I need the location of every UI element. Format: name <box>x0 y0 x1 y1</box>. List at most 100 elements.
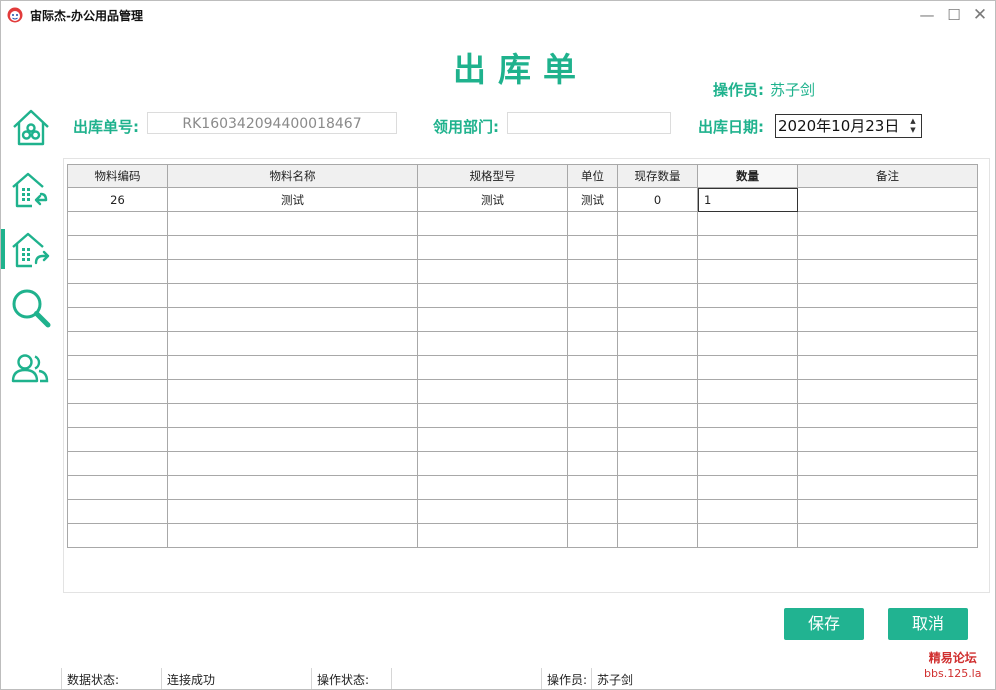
table-cell[interactable] <box>697 355 798 380</box>
table-cell[interactable] <box>567 283 618 308</box>
table-cell[interactable] <box>167 403 418 428</box>
table-row[interactable] <box>67 211 978 236</box>
table-cell[interactable] <box>617 451 698 476</box>
table-cell[interactable] <box>417 283 568 308</box>
table-cell[interactable] <box>797 379 978 404</box>
table-cell[interactable] <box>67 331 168 356</box>
cell-unit[interactable]: 测试 <box>567 187 618 212</box>
table-cell[interactable] <box>617 355 698 380</box>
table-cell[interactable] <box>617 403 698 428</box>
table-cell[interactable] <box>417 307 568 332</box>
table-cell[interactable] <box>567 523 618 548</box>
table-row[interactable] <box>67 331 978 356</box>
table-cell[interactable] <box>567 427 618 452</box>
table-cell[interactable] <box>417 451 568 476</box>
table-cell[interactable] <box>417 499 568 524</box>
col-header-quantity[interactable]: 数量 <box>697 164 798 188</box>
save-button[interactable]: 保存 <box>784 608 864 640</box>
home-icon[interactable] <box>10 107 52 149</box>
table-cell[interactable] <box>67 403 168 428</box>
table-cell[interactable] <box>617 475 698 500</box>
table-cell[interactable] <box>567 259 618 284</box>
table-cell[interactable] <box>697 403 798 428</box>
table-cell[interactable] <box>167 451 418 476</box>
table-row[interactable] <box>67 235 978 260</box>
table-cell[interactable] <box>567 403 618 428</box>
table-cell[interactable] <box>697 211 798 236</box>
table-cell[interactable] <box>167 211 418 236</box>
date-spinner[interactable]: ▲ ▼ <box>908 117 918 135</box>
table-cell[interactable] <box>697 379 798 404</box>
table-cell[interactable] <box>417 235 568 260</box>
table-cell[interactable] <box>167 475 418 500</box>
close-button[interactable]: ✕ <box>971 6 989 24</box>
table-cell[interactable] <box>567 211 618 236</box>
table-row[interactable]: 26 测试 测试 测试 0 1 <box>67 187 978 212</box>
dept-field[interactable] <box>507 112 671 134</box>
table-cell[interactable] <box>697 475 798 500</box>
col-header-unit[interactable]: 单位 <box>567 164 618 188</box>
table-cell[interactable] <box>167 355 418 380</box>
cancel-button[interactable]: 取消 <box>888 608 968 640</box>
table-row[interactable] <box>67 427 978 452</box>
table-row[interactable] <box>67 283 978 308</box>
maximize-button[interactable]: ☐ <box>945 6 963 24</box>
table-cell[interactable] <box>67 427 168 452</box>
table-cell[interactable] <box>567 307 618 332</box>
table-cell[interactable] <box>797 235 978 260</box>
table-cell[interactable] <box>417 403 568 428</box>
table-cell[interactable] <box>167 523 418 548</box>
table-cell[interactable] <box>797 283 978 308</box>
table-cell[interactable] <box>617 427 698 452</box>
table-cell[interactable] <box>67 475 168 500</box>
table-cell[interactable] <box>67 283 168 308</box>
search-icon[interactable] <box>10 287 52 329</box>
table-row[interactable] <box>67 307 978 332</box>
table-cell[interactable] <box>167 283 418 308</box>
table-cell[interactable] <box>417 427 568 452</box>
table-cell[interactable] <box>797 211 978 236</box>
cell-stock[interactable]: 0 <box>617 187 698 212</box>
table-cell[interactable] <box>617 235 698 260</box>
table-cell[interactable] <box>67 355 168 380</box>
table-cell[interactable] <box>697 331 798 356</box>
table-cell[interactable] <box>797 427 978 452</box>
cell-spec[interactable]: 测试 <box>417 187 568 212</box>
table-cell[interactable] <box>417 331 568 356</box>
table-cell[interactable] <box>167 235 418 260</box>
table-cell[interactable] <box>617 211 698 236</box>
table-cell[interactable] <box>167 499 418 524</box>
table-row[interactable] <box>67 403 978 428</box>
col-header-code[interactable]: 物料编码 <box>67 164 168 188</box>
users-icon[interactable] <box>10 349 52 391</box>
table-row[interactable] <box>67 355 978 380</box>
table-cell[interactable] <box>797 523 978 548</box>
table-row[interactable] <box>67 451 978 476</box>
table-cell[interactable] <box>617 259 698 284</box>
table-cell[interactable] <box>417 523 568 548</box>
table-cell[interactable] <box>167 379 418 404</box>
table-cell[interactable] <box>617 283 698 308</box>
table-cell[interactable] <box>617 499 698 524</box>
table-cell[interactable] <box>567 475 618 500</box>
table-cell[interactable] <box>697 283 798 308</box>
cell-remark[interactable] <box>797 187 978 212</box>
table-cell[interactable] <box>167 331 418 356</box>
table-cell[interactable] <box>67 499 168 524</box>
table-cell[interactable] <box>417 259 568 284</box>
col-header-name[interactable]: 物料名称 <box>167 164 418 188</box>
table-cell[interactable] <box>67 451 168 476</box>
table-cell[interactable] <box>617 523 698 548</box>
table-cell[interactable] <box>417 355 568 380</box>
table-cell[interactable] <box>697 259 798 284</box>
table-row[interactable] <box>67 259 978 284</box>
table-row[interactable] <box>67 499 978 524</box>
table-cell[interactable] <box>67 259 168 284</box>
table-cell[interactable] <box>67 523 168 548</box>
table-row[interactable] <box>67 379 978 404</box>
table-cell[interactable] <box>67 307 168 332</box>
table-cell[interactable] <box>417 379 568 404</box>
spin-up-icon[interactable]: ▲ <box>908 117 918 126</box>
table-cell[interactable] <box>697 307 798 332</box>
table-cell[interactable] <box>797 355 978 380</box>
